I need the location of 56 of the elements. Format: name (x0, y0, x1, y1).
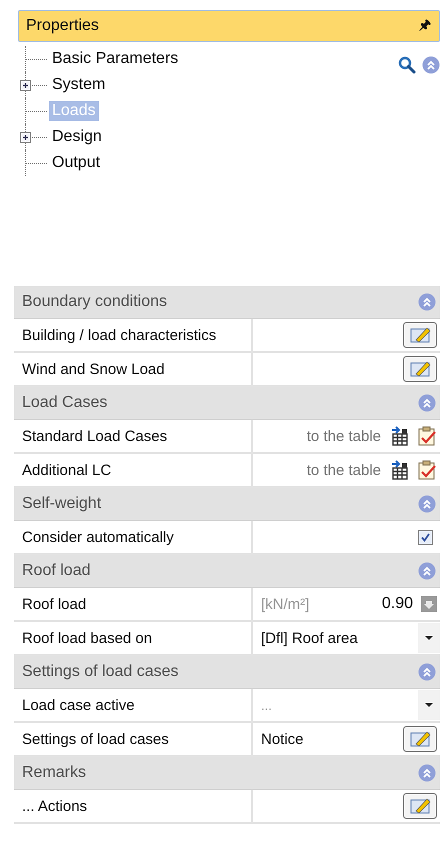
property-label: Settings of load cases (14, 723, 253, 755)
panel-title: Properties (26, 17, 99, 35)
section-header[interactable]: Self-weight (14, 488, 440, 521)
table-icon[interactable] (389, 460, 409, 480)
unit-label: [kN/m²] (261, 596, 310, 612)
collapse-icon[interactable] (418, 495, 436, 513)
dropdown-field[interactable]: [Dfl] Roof area (253, 622, 440, 654)
value-cell[interactable]: to the table (253, 454, 440, 486)
collapse-icon[interactable] (418, 394, 436, 412)
property-label: Standard Load Cases (14, 420, 253, 452)
table-icon[interactable] (389, 426, 409, 446)
property-label: Wind and Snow Load (14, 353, 253, 385)
expand-button[interactable] (20, 132, 31, 142)
property-label: Consider automatically (14, 521, 253, 553)
caret-icon[interactable] (418, 623, 440, 653)
collapse-icon[interactable] (418, 562, 436, 580)
section-header[interactable]: Settings of load cases (14, 656, 440, 689)
property-label: Load case active (14, 689, 253, 721)
tree-item[interactable]: Output (49, 153, 104, 173)
expand-button[interactable] (20, 80, 31, 90)
tree-item[interactable]: System (49, 75, 108, 95)
collapse-icon[interactable] (418, 293, 436, 311)
property-label: ... Actions (14, 790, 253, 822)
value-cell[interactable]: Notice (253, 723, 440, 755)
dropdown-input[interactable]: ... (261, 698, 410, 712)
property-label: Roof load (14, 588, 253, 620)
value-cell[interactable]: to the table (253, 420, 440, 452)
value-text: Notice (261, 730, 305, 748)
clipboard-check-icon[interactable] (417, 426, 437, 446)
property-label: Additional LC (14, 454, 253, 486)
edit-icon[interactable] (403, 726, 437, 752)
collapse-icon[interactable] (422, 56, 440, 74)
spin-down-icon[interactable] (421, 596, 437, 612)
collapse-icon[interactable] (418, 663, 436, 681)
caret-icon[interactable] (418, 690, 440, 720)
link-text[interactable]: to the table (261, 428, 381, 444)
value-cell[interactable]: [kN/m²] 0.90 (253, 588, 440, 620)
clipboard-check-icon[interactable] (417, 460, 437, 480)
edit-icon[interactable] (403, 322, 437, 348)
dropdown-field[interactable]: ... (253, 689, 440, 721)
section-header[interactable]: Load Cases (14, 387, 440, 420)
link-text[interactable]: to the table (261, 462, 381, 478)
section-header[interactable]: Roof load (14, 555, 440, 588)
collapse-icon[interactable] (418, 764, 436, 782)
property-label: Roof load based on (14, 622, 253, 654)
edit-icon[interactable] (403, 793, 437, 819)
property-label: Building / load characteristics (14, 319, 253, 351)
edit-icon[interactable] (403, 356, 437, 382)
tree-item[interactable]: Design (49, 127, 105, 147)
tree-item[interactable]: Basic Parameters (49, 49, 182, 69)
section-header[interactable]: Boundary conditions (14, 286, 440, 319)
search-icon[interactable] (398, 56, 416, 74)
pin-button[interactable]: 🖈 (419, 15, 431, 37)
section-header[interactable]: Remarks (14, 757, 440, 790)
checkbox[interactable] (418, 530, 433, 544)
value-text: 0.90 (382, 595, 413, 613)
